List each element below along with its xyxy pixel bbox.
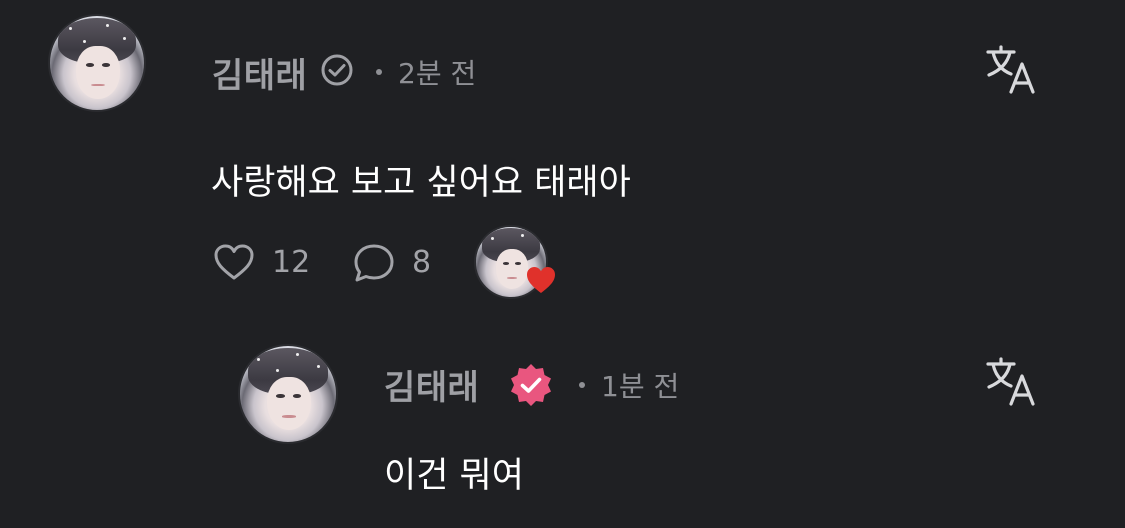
speech-bubble-icon[interactable] — [352, 242, 396, 284]
like-count: 12 — [272, 245, 311, 280]
reply-avatar[interactable] — [238, 344, 338, 444]
reply-username[interactable]: 김태래 — [384, 360, 479, 409]
verified-badge-icon — [511, 364, 551, 406]
comment-username[interactable]: 김태래 — [212, 48, 307, 97]
comment-timestamp: 2분 전 — [398, 57, 477, 90]
comment-body: 사랑해요 보고 싶어요 태래아 — [211, 163, 631, 203]
meta-separator — [579, 382, 585, 388]
heart-outline-icon[interactable] — [212, 242, 256, 282]
reply-count: 8 — [412, 245, 432, 280]
commenter-avatar[interactable] — [48, 14, 146, 112]
translate-icon[interactable] — [984, 44, 1040, 96]
heart-filled-icon — [527, 267, 555, 293]
reply-timestamp: 1분 전 — [601, 370, 680, 403]
translate-icon[interactable] — [984, 356, 1040, 408]
reply-body: 이건 뭐여 — [384, 456, 524, 496]
check-circle-icon — [321, 54, 353, 86]
meta-separator — [376, 69, 382, 75]
